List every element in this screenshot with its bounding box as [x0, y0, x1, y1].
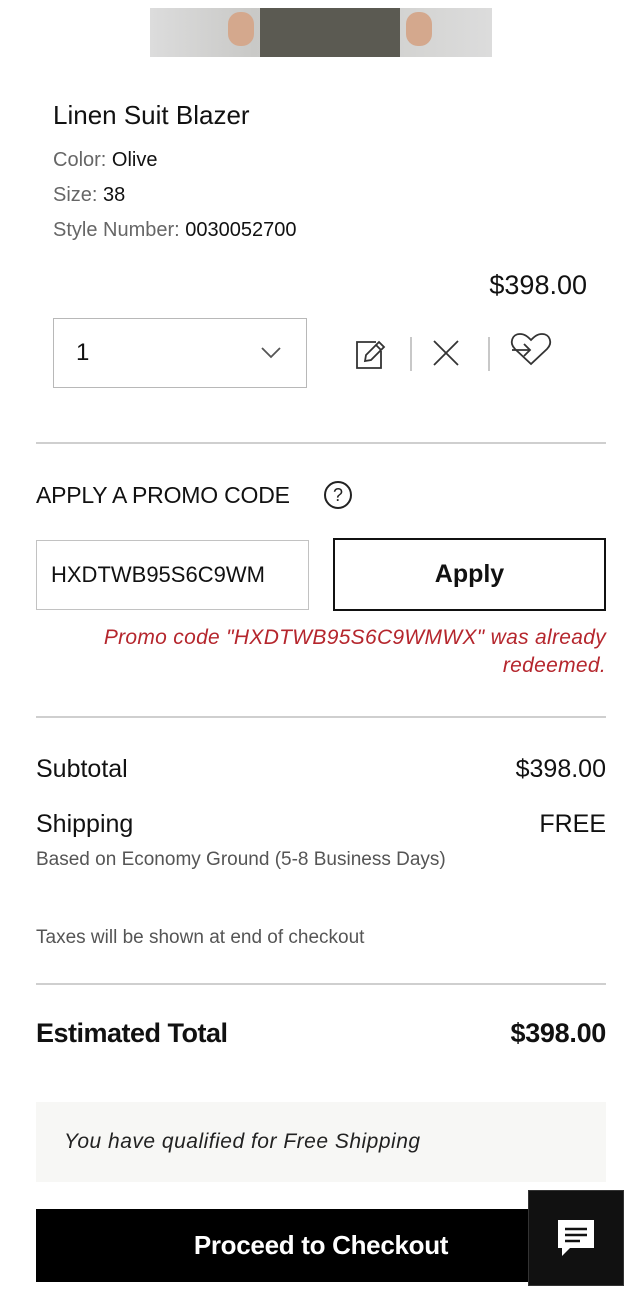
quantity-value: 1	[76, 339, 90, 366]
free-shipping-text: You have qualified for Free Shipping	[64, 1130, 421, 1153]
size-value: 38	[103, 184, 126, 206]
style-value: 0030052700	[185, 219, 297, 241]
help-icon[interactable]: ?	[324, 481, 352, 509]
free-shipping-banner: You have qualified for Free Shipping	[36, 1102, 606, 1182]
move-to-wishlist-icon	[510, 333, 552, 366]
subtotal-label: Subtotal	[36, 755, 128, 783]
section-divider	[36, 983, 606, 985]
apply-promo-button[interactable]: Apply	[333, 538, 606, 611]
remove-item-button[interactable]	[430, 337, 462, 374]
estimated-total-label: Estimated Total	[36, 1018, 228, 1048]
color-value: Olive	[111, 149, 158, 171]
move-to-wishlist-button[interactable]	[509, 331, 553, 372]
edit-icon	[356, 340, 386, 369]
color-label: Color:	[53, 149, 107, 171]
divider	[488, 337, 490, 371]
shipping-label: Shipping	[36, 810, 134, 838]
estimated-total-value: $398.00	[510, 1018, 607, 1048]
promo-code-title: APPLY A PROMO CODE	[36, 482, 290, 508]
product-image	[150, 8, 492, 57]
product-name[interactable]: Linen Suit Blazer	[53, 100, 250, 131]
chevron-down-icon	[261, 347, 281, 359]
tax-note: Taxes will be shown at end of checkout	[36, 927, 365, 948]
section-divider	[36, 716, 606, 718]
product-style-number: Style Number: 0030052700	[53, 219, 297, 242]
edit-button[interactable]	[354, 337, 386, 376]
promo-code-input[interactable]	[36, 540, 309, 610]
quantity-select[interactable]: 1	[53, 318, 307, 388]
section-divider	[36, 442, 606, 444]
size-label: Size:	[53, 184, 98, 206]
product-color: Color: Olive	[53, 149, 158, 172]
chat-button[interactable]	[528, 1190, 624, 1286]
item-price: $398.00	[489, 270, 587, 300]
subtotal-value: $398.00	[515, 755, 606, 783]
divider	[410, 337, 412, 371]
product-size: Size: 38	[53, 184, 125, 207]
shipping-method-note: Based on Economy Ground (5-8 Business Da…	[36, 849, 446, 870]
style-label: Style Number:	[53, 219, 180, 241]
chat-icon	[558, 1220, 594, 1256]
shipping-value: FREE	[539, 810, 606, 838]
close-icon	[433, 340, 459, 366]
proceed-to-checkout-button[interactable]: Proceed to Checkout	[36, 1209, 606, 1282]
promo-error-message: Promo code "HXDTWB95S6C9WMWX" was alread…	[103, 626, 606, 677]
